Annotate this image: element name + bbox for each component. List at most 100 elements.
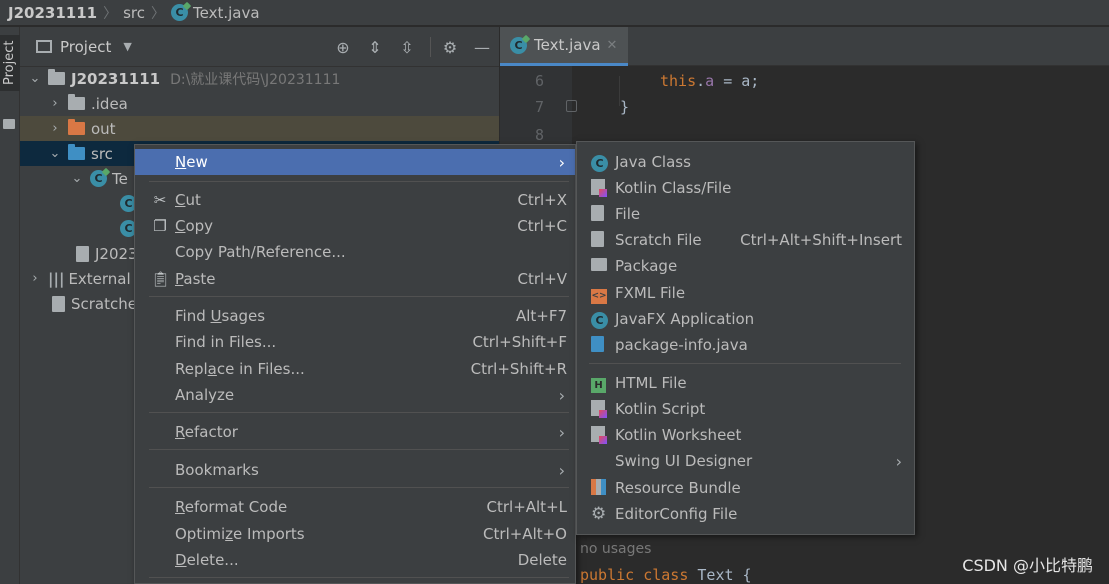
resource-bundle-icon <box>591 479 609 497</box>
tree-item-path: D:\就业课代码\J20231111 <box>170 71 341 88</box>
submenu-item-javafx-application[interactable]: C JavaFX Application <box>577 306 914 332</box>
menu-item-copy-path[interactable]: Copy Path/Reference... <box>135 239 575 265</box>
project-tool-tab[interactable]: Project <box>0 35 20 91</box>
menu-item-label: Cut <box>175 191 201 209</box>
kotlin-worksheet-icon <box>591 426 609 444</box>
chevron-down-icon[interactable]: ▼ <box>123 40 131 53</box>
paste-icon: 📋︎ <box>151 270 171 288</box>
menu-item-new[interactable]: New › <box>135 149 575 175</box>
html-file-icon: H <box>591 374 609 393</box>
collapse-all-icon[interactable]: ⇳ <box>397 38 417 58</box>
tab-text-java[interactable]: C Text.java ✕ <box>500 27 628 66</box>
editor-tab-bar: C Text.java ✕ <box>500 27 1109 66</box>
submenu-item-label: FXML File <box>615 284 686 302</box>
submenu-item-label: Kotlin Worksheet <box>615 426 742 444</box>
menu-item-label: Optimize Imports <box>175 525 305 543</box>
menu-item-optimize-imports[interactable]: Optimize Imports Ctrl+Alt+O <box>135 521 575 547</box>
menu-item-cut[interactable]: ✂ Cut Ctrl+X <box>135 187 575 213</box>
locate-icon[interactable]: ⊕ <box>333 38 353 58</box>
menu-item-shortcut: Ctrl+Alt+L <box>486 498 568 516</box>
submenu-item-fxml-file[interactable]: <> FXML File <box>577 280 914 306</box>
menu-item-shortcut: Alt+F7 <box>515 307 567 325</box>
chevron-down-icon[interactable]: ⌄ <box>48 146 62 161</box>
scratches-icon <box>52 295 65 312</box>
tree-item-label: External <box>68 269 131 288</box>
project-panel-title[interactable]: Project <box>60 38 111 56</box>
menu-item-copy[interactable]: ❐ Copy Ctrl+C <box>135 213 575 239</box>
submenu-item-label: EditorConfig File <box>615 505 738 523</box>
menu-item-analyze[interactable]: Analyze › <box>135 382 575 408</box>
submenu-item-scratch-file[interactable]: Scratch File Ctrl+Alt+Shift+Insert <box>577 227 914 253</box>
menu-item-label: Bookmarks <box>175 461 259 479</box>
fold-icon[interactable] <box>566 100 577 112</box>
tree-item-label: out <box>91 119 116 138</box>
submenu-item-kotlin-class[interactable]: Kotlin Class/File <box>577 175 914 201</box>
submenu-item-package-info[interactable]: package-info.java <box>577 332 914 358</box>
chevron-right-icon[interactable]: › <box>48 96 62 111</box>
usage-hint: no usages <box>580 539 651 557</box>
menu-item-refactor[interactable]: Refactor › <box>135 419 575 445</box>
tab-label: Text.java <box>534 36 601 54</box>
watermark: CSDN @小比特鹏 <box>962 556 1093 575</box>
submenu-item-html-file[interactable]: H HTML File <box>577 370 914 396</box>
context-menu: New › ✂ Cut Ctrl+X ❐ Copy Ctrl+C Copy Pa… <box>134 144 576 584</box>
submenu-item-resource-bundle[interactable]: Resource Bundle <box>577 475 914 501</box>
submenu-item-file[interactable]: File <box>577 201 914 227</box>
menu-item-shortcut: Delete <box>517 551 567 569</box>
menu-item-find-in-files[interactable]: Find in Files... Ctrl+Shift+F <box>135 329 575 355</box>
menu-item-label: Reformat Code <box>175 498 288 516</box>
project-folder-icon <box>48 69 65 85</box>
menu-item-label: Paste <box>175 270 216 288</box>
submenu-item-editorconfig-file[interactable]: ⚙ EditorConfig File <box>577 501 914 527</box>
chevron-down-icon[interactable]: ⌄ <box>70 171 84 186</box>
fxml-file-icon: <> <box>591 284 609 304</box>
tree-item-label: J20231111 <box>71 69 161 88</box>
menu-item-label: New <box>175 153 208 171</box>
chevron-right-icon[interactable]: › <box>28 271 42 286</box>
menu-item-reformat-code[interactable]: Reformat Code Ctrl+Alt+L <box>135 494 575 520</box>
menu-item-bookmarks[interactable]: Bookmarks › <box>135 457 575 483</box>
menu-item-shortcut: Ctrl+X <box>517 191 567 209</box>
java-class-icon: C <box>591 310 609 329</box>
line-number: 8 <box>534 126 544 144</box>
menu-item-label: Find in Files... <box>175 333 277 351</box>
tree-item-label: .idea <box>91 94 128 113</box>
breadcrumb-folder[interactable]: src <box>123 4 145 22</box>
source-folder-icon <box>68 144 85 160</box>
menu-item-label: Delete... <box>175 551 239 569</box>
menu-item-paste[interactable]: 📋︎ Paste Ctrl+V <box>135 266 575 292</box>
code-keyword: class <box>643 566 689 584</box>
submenu-item-kotlin-worksheet[interactable]: Kotlin Worksheet <box>577 422 914 448</box>
chevron-down-icon[interactable]: ⌄ <box>28 71 42 86</box>
folder-icon <box>68 94 85 110</box>
menu-item-delete[interactable]: Delete... Delete <box>135 547 575 573</box>
submenu-item-kotlin-script[interactable]: Kotlin Script <box>577 396 914 422</box>
expand-all-icon[interactable]: ⇕ <box>365 38 385 58</box>
submenu-item-package[interactable]: Package <box>577 253 914 279</box>
submenu-item-label: Swing UI Designer <box>615 452 753 470</box>
chevron-right-icon: › <box>895 451 902 471</box>
menu-item-shortcut: Ctrl+Shift+R <box>470 360 567 378</box>
output-folder-icon <box>68 119 85 135</box>
submenu-item-label: Resource Bundle <box>615 479 741 497</box>
tree-item-out[interactable]: › out <box>20 116 499 141</box>
close-icon[interactable]: ✕ <box>607 38 618 53</box>
folder-icon[interactable] <box>3 119 15 129</box>
gear-icon[interactable]: ⚙ <box>440 38 460 58</box>
submenu-item-label: Scratch File <box>615 231 702 249</box>
chevron-right-icon: 〉 <box>150 5 165 22</box>
chevron-right-icon[interactable]: › <box>48 121 62 136</box>
submenu-item-swing-ui-designer[interactable]: Swing UI Designer › <box>577 448 914 474</box>
minimize-icon[interactable]: — <box>472 38 492 58</box>
new-submenu: C Java Class Kotlin Class/File File Scra… <box>576 141 915 535</box>
submenu-item-label: Package <box>615 257 678 275</box>
menu-item-replace-in-files[interactable]: Replace in Files... Ctrl+Shift+R <box>135 356 575 382</box>
breadcrumb-project[interactable]: J20231111 <box>8 4 97 22</box>
submenu-item-java-class[interactable]: C Java Class <box>577 149 914 175</box>
tree-item-idea[interactable]: › .idea <box>20 91 499 116</box>
tree-item-project-root[interactable]: ⌄ J20231111 D:\就业课代码\J20231111 <box>20 66 499 91</box>
breadcrumb-file[interactable]: C Text.java <box>170 4 260 22</box>
package-info-icon <box>591 336 609 354</box>
menu-item-find-usages[interactable]: Find Usages Alt+F7 <box>135 303 575 329</box>
usage-hint-label[interactable]: no usages <box>580 541 651 557</box>
